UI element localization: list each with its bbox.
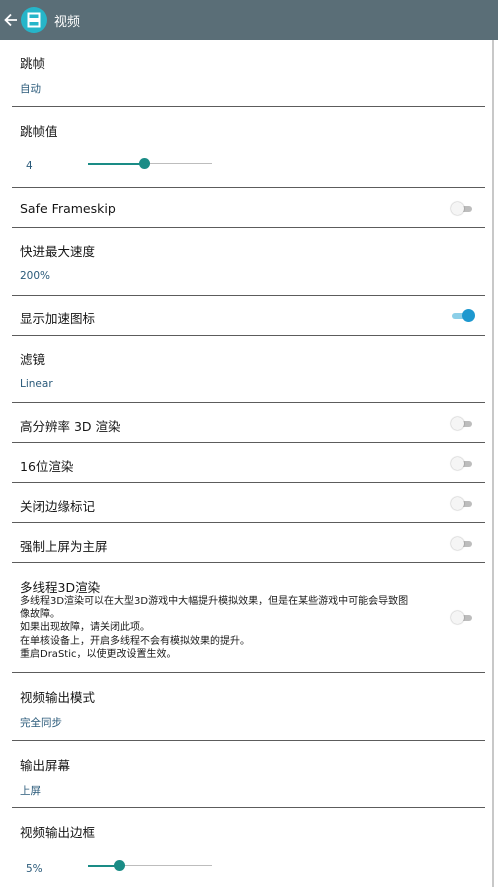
16bit-render-toggle[interactable] [451, 457, 474, 471]
setting-force-top-main[interactable]: 强制上屏为主屏 [12, 523, 485, 563]
arrow-left-icon[interactable] [2, 0, 20, 40]
force-top-main-toggle[interactable] [451, 537, 474, 551]
setting-title: Safe Frameskip [20, 201, 116, 216]
setting-value: 自动 [20, 83, 41, 95]
description-line: 像故障。 [20, 609, 60, 621]
setting-title: 视频输出边框 [20, 825, 96, 840]
setting-frameskip[interactable]: 跳帧 自动 [12, 40, 485, 107]
setting-show-speed-icon[interactable]: 显示加速图标 [12, 296, 485, 336]
setting-title: 跳帧值 [20, 124, 58, 139]
setting-title: 16位渲染 [20, 459, 74, 474]
setting-video-border: 视频输出边框 5% [12, 808, 485, 887]
edge-marking-toggle[interactable] [451, 497, 474, 511]
setting-high-res-3d[interactable]: 高分辨率 3D 渲染 [12, 403, 485, 443]
toggle-thumb [451, 417, 464, 430]
toggle-thumb [451, 202, 464, 215]
drastic-app-icon-glyph [27, 12, 41, 28]
arrow-left-icon-glyph [4, 13, 17, 27]
setting-value: 上屏 [20, 785, 41, 797]
drastic-app-icon [21, 7, 47, 33]
setting-16bit-render[interactable]: 16位渲染 [12, 443, 485, 483]
slider-value: 4 [26, 160, 33, 172]
setting-title: 强制上屏为主屏 [20, 539, 108, 554]
toggle-thumb [451, 537, 464, 550]
setting-filter[interactable]: 滤镜 Linear [12, 336, 485, 403]
multithread-3d-toggle[interactable] [451, 611, 474, 625]
setting-video-output-mode[interactable]: 视频输出模式 完全同步 [12, 673, 485, 741]
toggle-thumb [462, 309, 475, 322]
high-res-3d-toggle[interactable] [451, 417, 474, 431]
setting-output-screen[interactable]: 输出屏幕 上屏 [12, 741, 485, 808]
setting-title: 多线程3D渲染 [20, 580, 101, 595]
setting-safe-frameskip[interactable]: Safe Frameskip [12, 188, 485, 228]
slider-knob[interactable] [138, 158, 150, 169]
description-line: 多线程3D渲染可以在大型3D游戏中大幅提升模拟效果，但是在某些游戏中可能会导致图 [20, 596, 409, 607]
setting-description: 多线程3D渲染可以在大型3D游戏中大幅提升模拟效果，但是在某些游戏中可能会导致图… [20, 595, 440, 661]
page-title: 视频 [54, 14, 81, 30]
safe-frameskip-toggle[interactable] [451, 202, 474, 216]
setting-multithread-3d[interactable]: 多线程3D渲染 多线程3D渲染可以在大型3D游戏中大幅提升模拟效果，但是在某些游… [12, 563, 485, 673]
description-line: 如果出现故障，请关闭此项。 [20, 622, 150, 634]
setting-title: 快进最大速度 [20, 244, 96, 259]
frameskip-slider[interactable] [88, 157, 212, 171]
toggle-thumb [451, 611, 464, 624]
setting-title: 视频输出模式 [20, 690, 96, 705]
setting-value: 完全同步 [20, 717, 62, 729]
setting-value: Linear [20, 378, 53, 390]
slider-knob[interactable] [114, 860, 125, 871]
setting-title: 滤镜 [20, 352, 46, 367]
slider-fill [88, 163, 144, 165]
app-bar: 视频 [0, 0, 498, 40]
description-line: 在单核设备上，开启多线程不会有模拟效果的提升。 [20, 635, 250, 647]
setting-title: 跳帧 [20, 56, 46, 71]
setting-value: 200% [20, 270, 51, 282]
toggle-thumb [451, 457, 464, 470]
setting-title: 输出屏幕 [20, 758, 71, 773]
setting-frameskip-value: 跳帧值 4 [12, 107, 485, 188]
setting-title: 显示加速图标 [20, 311, 96, 326]
setting-fast-forward[interactable]: 快进最大速度 200% [12, 228, 485, 296]
setting-title: 关闭边缘标记 [20, 499, 96, 514]
video-border-slider[interactable] [88, 859, 212, 873]
scrollbar[interactable] [492, 40, 494, 887]
show-speed-icon-toggle[interactable] [452, 309, 475, 323]
description-line: 重启DraStic，以使更改设置生效。 [20, 648, 177, 660]
setting-edge-marking[interactable]: 关闭边缘标记 [12, 483, 485, 523]
settings-list: 跳帧 自动 跳帧值 4 Safe Frameskip 快进最大速度 200% 显… [0, 40, 486, 887]
setting-title: 高分辨率 3D 渲染 [20, 419, 121, 434]
toggle-thumb [451, 497, 464, 510]
slider-value: 5% [26, 863, 43, 875]
